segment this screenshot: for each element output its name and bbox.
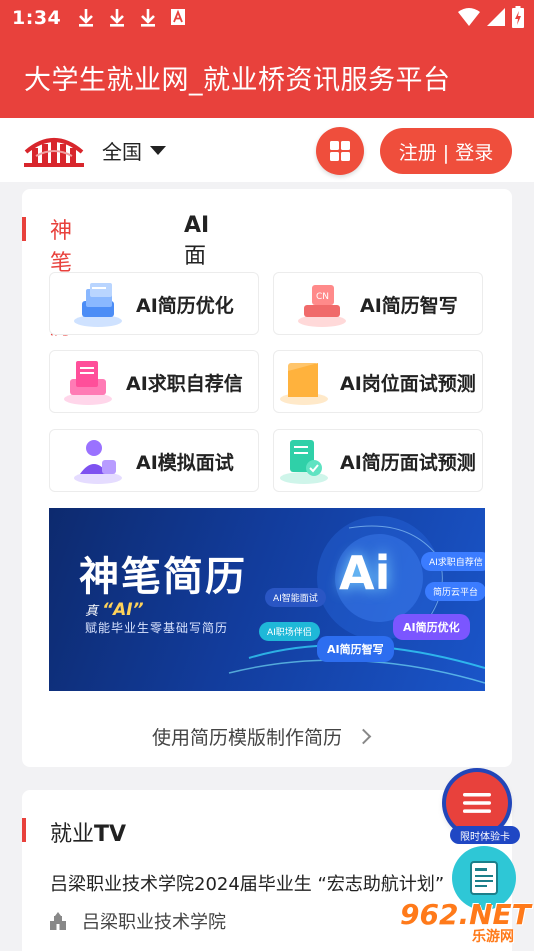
watermark-sub: 乐游网 bbox=[472, 929, 514, 945]
checklist-icon bbox=[280, 440, 328, 484]
news-title[interactable]: 吕梁职业技术学院2024届毕业生 “宏志助航计划” bbox=[50, 870, 444, 896]
feature-label: AI求职自荐信 bbox=[126, 373, 243, 395]
news-source-label: 吕梁职业技术学院 bbox=[82, 912, 226, 933]
banner-pill: AI简历智写 bbox=[317, 636, 394, 662]
section-title-prefix: 就业 bbox=[50, 822, 95, 847]
feature-ai-resume-interview-predict[interactable]: AI简历面试预测 bbox=[273, 429, 483, 492]
feature-label: AI简历面试预测 bbox=[340, 452, 476, 474]
cn-stamp-icon: CN bbox=[298, 285, 346, 327]
system-icons bbox=[458, 6, 524, 28]
news-source: 吕梁职业技术学院 bbox=[48, 908, 226, 934]
svg-text:CN: CN bbox=[316, 292, 329, 302]
promo-banner[interactable]: 神笔简历 真 “AI” 赋能毕业生零基础写简历 Ai AI求职自荐信 AI智能面… bbox=[49, 508, 485, 691]
banner-pill: 简历云平台 bbox=[425, 582, 485, 601]
banner-pill: AI智能面试 bbox=[265, 588, 326, 607]
feature-label: AI简历优化 bbox=[136, 295, 234, 317]
login-register-button[interactable]: 注册 | 登录 bbox=[380, 128, 512, 174]
status-bar: 1:34 bbox=[0, 0, 534, 36]
logo-icon[interactable] bbox=[22, 130, 86, 170]
trial-card-badge[interactable]: 限时体验卡 bbox=[450, 826, 520, 844]
feature-ai-cover-letter[interactable]: AI求职自荐信 bbox=[49, 350, 259, 413]
banner-sub-ai: “AI” bbox=[102, 600, 144, 620]
tab-ai-prefix: AI bbox=[184, 213, 210, 238]
banner-subtitle: 真 “AI” bbox=[85, 600, 144, 620]
signal-icon bbox=[487, 8, 505, 26]
banner-ai-word: Ai bbox=[339, 546, 391, 600]
caret-down-icon bbox=[150, 146, 166, 155]
resume-card: 神笔简历 AI面试 AI简历优化 CN AI简历智写 AI求职自荐信 bbox=[22, 189, 512, 767]
feature-label: AI岗位面试预测 bbox=[340, 373, 476, 395]
status-time: 1:34 bbox=[12, 7, 62, 29]
wifi-icon bbox=[458, 8, 480, 26]
job-document-icon bbox=[470, 861, 498, 895]
region-selector[interactable]: 全国 bbox=[102, 136, 166, 165]
interview-person-icon bbox=[74, 440, 122, 484]
template-link-label: 使用简历模版制作简历 bbox=[152, 727, 343, 749]
folder-icon bbox=[280, 363, 328, 405]
floating-menu-button[interactable] bbox=[446, 772, 508, 834]
banner-pill: AI求职自荐信 bbox=[421, 552, 485, 571]
letter-icon bbox=[64, 361, 112, 405]
feature-label: AI模拟面试 bbox=[136, 452, 234, 474]
app-title: 大学生就业网_就业桥资讯服务平台 bbox=[24, 64, 451, 96]
download-icon bbox=[110, 9, 125, 27]
template-resume-link[interactable]: 使用简历模版制作简历 bbox=[152, 723, 372, 750]
banner-title: 神笔简历 bbox=[79, 554, 247, 600]
feature-ai-job-interview-predict[interactable]: AI岗位面试预测 bbox=[273, 350, 483, 413]
banner-sub-prefix: 真 bbox=[85, 604, 99, 619]
section-marker bbox=[22, 818, 26, 842]
feature-ai-resume-optimize[interactable]: AI简历优化 bbox=[49, 272, 259, 335]
banner-pill: AI职场伴侣 bbox=[259, 622, 320, 641]
tab-marker bbox=[22, 217, 26, 241]
banner-pill: AI简历优化 bbox=[393, 614, 470, 640]
download-icon bbox=[141, 9, 156, 27]
notification-icons bbox=[77, 8, 186, 28]
battery-icon bbox=[512, 6, 524, 28]
download-icon bbox=[79, 9, 94, 27]
site-watermark: 962.NET 乐游网 bbox=[400, 896, 531, 951]
app-bar: 大学生就业网_就业桥资讯服务平台 bbox=[0, 36, 534, 118]
text-a-icon bbox=[171, 9, 186, 25]
section-title: 就业TV bbox=[50, 816, 126, 848]
menu-icon bbox=[463, 793, 491, 813]
banner-tagline: 赋能毕业生零基础写简历 bbox=[85, 621, 229, 635]
feature-ai-mock-interview[interactable]: AI模拟面试 bbox=[49, 429, 259, 492]
grid-menu-button[interactable] bbox=[316, 127, 364, 175]
section-title-suffix: TV bbox=[94, 822, 127, 847]
feature-label: AI简历智写 bbox=[360, 295, 458, 317]
region-label: 全国 bbox=[102, 140, 142, 164]
chevron-right-icon bbox=[355, 728, 372, 745]
document-stack-icon bbox=[74, 283, 122, 327]
feature-ai-resume-write[interactable]: CN AI简历智写 bbox=[273, 272, 483, 335]
school-icon bbox=[50, 912, 66, 930]
grid-icon bbox=[330, 141, 350, 161]
